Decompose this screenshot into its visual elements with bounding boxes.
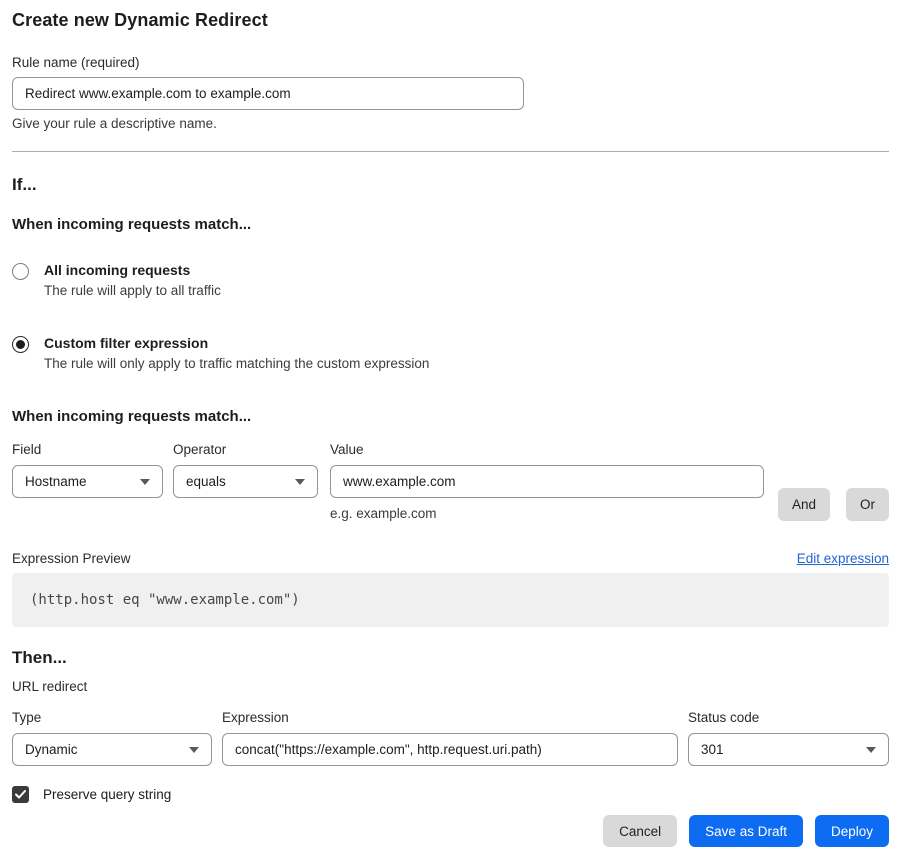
radio-option-description: The rule will only apply to traffic matc… xyxy=(44,356,429,371)
save-as-draft-button[interactable]: Save as Draft xyxy=(689,815,803,847)
radio-dot-icon xyxy=(16,340,25,349)
operator-select[interactable]: equals xyxy=(173,465,318,498)
url-redirect-label: URL redirect xyxy=(12,679,889,694)
chevron-down-icon xyxy=(295,479,305,485)
rule-name-input[interactable] xyxy=(12,77,524,110)
preserve-query-string-option[interactable]: Preserve query string xyxy=(12,786,889,803)
radio-button-unselected[interactable] xyxy=(12,263,29,280)
then-heading: Then... xyxy=(12,648,889,668)
expression-label: Expression xyxy=(222,710,678,725)
radio-button-selected[interactable] xyxy=(12,336,29,353)
type-select-value: Dynamic xyxy=(25,742,78,757)
radio-option-label: Custom filter expression xyxy=(44,335,429,351)
radio-option-all-incoming-requests[interactable]: All incoming requests The rule will appl… xyxy=(12,262,889,298)
value-label: Value xyxy=(330,442,764,457)
value-helper: e.g. example.com xyxy=(330,506,764,521)
radio-option-label: All incoming requests xyxy=(44,262,221,278)
radio-option-custom-filter-expression[interactable]: Custom filter expression The rule will o… xyxy=(12,335,889,371)
status-code-select-value: 301 xyxy=(701,742,724,757)
checkmark-icon xyxy=(15,790,26,799)
operator-select-value: equals xyxy=(186,474,226,489)
if-match-heading: When incoming requests match... xyxy=(12,216,889,233)
expression-code: (http.host eq "www.example.com") xyxy=(30,592,300,608)
rule-name-helper: Give your rule a descriptive name. xyxy=(12,116,889,131)
radio-option-description: The rule will apply to all traffic xyxy=(44,283,221,298)
chevron-down-icon xyxy=(189,747,199,753)
builder-heading: When incoming requests match... xyxy=(12,408,889,425)
rule-name-label: Rule name (required) xyxy=(12,55,889,70)
operator-label: Operator xyxy=(173,442,318,457)
type-label: Type xyxy=(12,710,212,725)
field-select-value: Hostname xyxy=(25,474,87,489)
checkbox-checked[interactable] xyxy=(12,786,29,803)
expression-preview-box: (http.host eq "www.example.com") xyxy=(12,573,889,627)
type-select[interactable]: Dynamic xyxy=(12,733,212,766)
redirect-expression-input[interactable] xyxy=(222,733,678,766)
field-label: Field xyxy=(12,442,163,457)
status-code-label: Status code xyxy=(688,710,889,725)
or-button[interactable]: Or xyxy=(846,488,889,521)
deploy-button[interactable]: Deploy xyxy=(815,815,889,847)
page-title: Create new Dynamic Redirect xyxy=(12,10,889,31)
section-divider xyxy=(12,151,889,152)
chevron-down-icon xyxy=(866,747,876,753)
status-code-select[interactable]: 301 xyxy=(688,733,889,766)
if-heading: If... xyxy=(12,175,889,195)
expression-preview-label: Expression Preview xyxy=(12,551,131,566)
edit-expression-link[interactable]: Edit expression xyxy=(797,551,889,566)
preserve-query-string-label: Preserve query string xyxy=(43,787,171,802)
and-button[interactable]: And xyxy=(778,488,830,521)
chevron-down-icon xyxy=(140,479,150,485)
field-select[interactable]: Hostname xyxy=(12,465,163,498)
value-input[interactable] xyxy=(330,465,764,498)
create-redirect-form: Create new Dynamic Redirect Rule name (r… xyxy=(0,0,907,847)
cancel-button[interactable]: Cancel xyxy=(603,815,677,847)
